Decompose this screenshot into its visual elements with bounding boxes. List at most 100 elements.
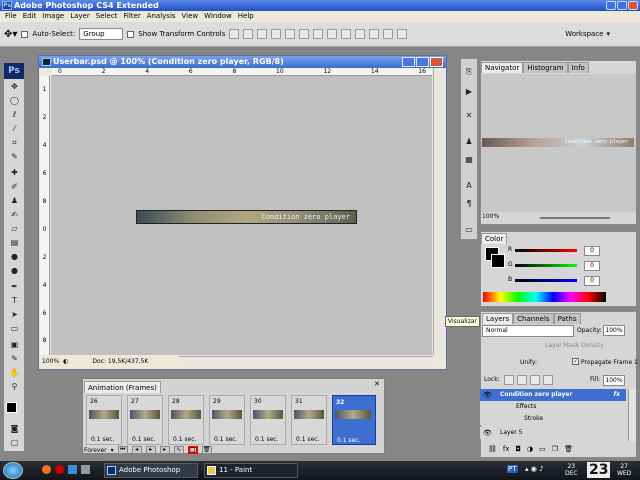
- pen-tool-icon[interactable]: ✒: [8, 282, 21, 292]
- navigator-zoom-slider[interactable]: [540, 217, 610, 219]
- frame-delay[interactable]: 0.1 sec.: [255, 436, 278, 443]
- add-style-icon[interactable]: fx: [503, 445, 510, 453]
- menu-analysis[interactable]: Analysis: [144, 11, 179, 22]
- animation-frame[interactable]: 29 0.1 sec.: [209, 395, 245, 445]
- doc-close-icon[interactable]: [430, 57, 443, 67]
- type-tool-icon[interactable]: T: [8, 296, 21, 306]
- gradient-tool-icon[interactable]: ▤: [8, 238, 21, 248]
- fx-icon[interactable]: fx: [614, 389, 626, 401]
- quick-mask-icon[interactable]: ◙: [8, 424, 21, 434]
- opacity-field[interactable]: 100%: [603, 325, 625, 336]
- tool-presets-icon[interactable]: ✕: [463, 110, 475, 121]
- lock-position-icon[interactable]: [530, 375, 540, 385]
- eye-icon[interactable]: 👁: [483, 429, 492, 437]
- minimize-icon[interactable]: [606, 1, 616, 10]
- menu-file[interactable]: File: [2, 11, 20, 22]
- animation-frame[interactable]: 30 0.1 sec.: [250, 395, 286, 445]
- distribute-top-icon[interactable]: [313, 29, 324, 39]
- animation-frame-selected[interactable]: 32 0.1 sec.: [332, 395, 376, 445]
- brush-tool-icon[interactable]: ✐: [8, 182, 21, 192]
- zoom-field[interactable]: 100%: [42, 356, 59, 368]
- align-right-icon[interactable]: [299, 29, 310, 39]
- frame-delay[interactable]: 0.1 sec.: [173, 436, 196, 443]
- color-background-swatch[interactable]: [491, 254, 505, 268]
- distribute-vcenter-icon[interactable]: [327, 29, 338, 39]
- frame-delay[interactable]: 0.1 sec.: [132, 436, 155, 443]
- opera-icon[interactable]: [55, 465, 64, 474]
- move-tool-preset-icon[interactable]: ✥▾: [4, 29, 17, 40]
- history-brush-icon[interactable]: ✍: [8, 210, 21, 220]
- layer-name[interactable]: Condition zero player: [500, 391, 572, 398]
- animation-frame[interactable]: 31 0.1 sec.: [291, 395, 327, 445]
- taskbar-paint[interactable]: 11 - Paint: [204, 463, 298, 478]
- menu-view[interactable]: View: [179, 11, 202, 22]
- magic-wand-icon[interactable]: ⁄: [8, 124, 21, 134]
- foreground-color-swatch[interactable]: [6, 402, 17, 413]
- color-r-slider[interactable]: [515, 249, 577, 252]
- blur-tool-icon[interactable]: ●: [8, 252, 21, 262]
- eyedropper-icon[interactable]: ✎: [8, 152, 21, 162]
- dodge-tool-icon[interactable]: ●: [8, 266, 21, 276]
- tab-layers[interactable]: Layers: [482, 313, 514, 324]
- menu-select[interactable]: Select: [93, 11, 121, 22]
- userbar-image[interactable]: Condition zero player: [136, 210, 357, 224]
- chevron-down-icon[interactable]: ▾: [111, 447, 114, 454]
- play-icon[interactable]: ▸: [145, 446, 156, 454]
- auto-align-icon[interactable]: [397, 29, 408, 39]
- tween-icon[interactable]: ∿: [173, 446, 184, 454]
- frame-delay[interactable]: 0.1 sec.: [214, 436, 237, 443]
- animation-frame[interactable]: 26 0.1 sec.: [86, 395, 122, 445]
- start-button[interactable]: [3, 462, 23, 479]
- notes-panel-icon[interactable]: ▭: [463, 224, 475, 235]
- layer-stroke-row[interactable]: Stroke: [480, 413, 626, 425]
- history-panel-icon[interactable]: ⎘: [463, 66, 475, 77]
- status-menu-icon[interactable]: ◐: [63, 356, 68, 368]
- auto-select-checkbox[interactable]: [21, 30, 29, 38]
- menu-edit[interactable]: Edit: [20, 11, 40, 22]
- crop-tool-icon[interactable]: ⌗: [8, 138, 21, 148]
- doc-maximize-icon[interactable]: [416, 57, 429, 67]
- layer-row[interactable]: Layer 5: [480, 427, 626, 439]
- menu-layer[interactable]: Layer: [67, 11, 93, 22]
- animation-frame[interactable]: 28 0.1 sec.: [168, 395, 204, 445]
- close-icon[interactable]: [628, 1, 638, 10]
- ie-icon[interactable]: [68, 465, 77, 474]
- link-layers-icon[interactable]: ⛓: [488, 445, 497, 453]
- menu-window[interactable]: Window: [201, 11, 235, 22]
- tab-channels[interactable]: Channels: [513, 313, 554, 324]
- color-g-slider[interactable]: [515, 264, 577, 267]
- color-b-slider[interactable]: [515, 279, 577, 282]
- next-frame-icon[interactable]: ▸: [159, 446, 170, 454]
- vertical-scrollbar[interactable]: [433, 68, 446, 355]
- tray-icons[interactable]: ▴ ◉ ♪: [525, 465, 544, 473]
- color-g-value[interactable]: 0: [584, 261, 600, 271]
- distribute-hcenter-icon[interactable]: [369, 29, 380, 39]
- show-desktop-icon[interactable]: [81, 465, 90, 474]
- clone-source-icon[interactable]: ♟: [463, 136, 475, 147]
- notes-tool-icon[interactable]: ▣: [8, 340, 21, 350]
- color-spectrum[interactable]: [483, 292, 606, 302]
- delete-layer-icon[interactable]: 🗑: [564, 445, 573, 453]
- document-title[interactable]: Userbar.psd @ 100% (Condition zero playe…: [39, 56, 446, 68]
- align-left-icon[interactable]: [271, 29, 282, 39]
- animation-frame[interactable]: 27 0.1 sec.: [127, 395, 163, 445]
- tab-animation-frames[interactable]: Animation (Frames): [84, 381, 161, 393]
- add-mask-icon[interactable]: ◘: [516, 445, 522, 453]
- chevron-down-icon[interactable]: ▾: [606, 30, 610, 38]
- tab-navigator[interactable]: Navigator: [481, 62, 524, 73]
- hand-tool-icon[interactable]: ✋: [8, 368, 21, 378]
- distribute-bottom-icon[interactable]: [341, 29, 352, 39]
- marquee-tool-icon[interactable]: ◯: [8, 96, 21, 106]
- language-indicator[interactable]: PT: [507, 465, 518, 473]
- firefox-icon[interactable]: [42, 465, 51, 474]
- lock-all-icon[interactable]: [543, 375, 553, 385]
- screen-mode-icon[interactable]: ▢: [8, 438, 21, 448]
- tab-info[interactable]: Info: [567, 62, 589, 73]
- blend-mode-dropdown[interactable]: Normal: [482, 325, 574, 337]
- adjustment-layer-icon[interactable]: ◑: [527, 445, 533, 453]
- layer-name[interactable]: Layer 5: [500, 429, 522, 436]
- duplicate-frame-icon[interactable]: ❐: [187, 446, 198, 454]
- character-panel-icon[interactable]: A: [463, 180, 475, 191]
- lock-pixels-icon[interactable]: [517, 375, 527, 385]
- frame-delay[interactable]: 0.1 sec.: [91, 436, 114, 443]
